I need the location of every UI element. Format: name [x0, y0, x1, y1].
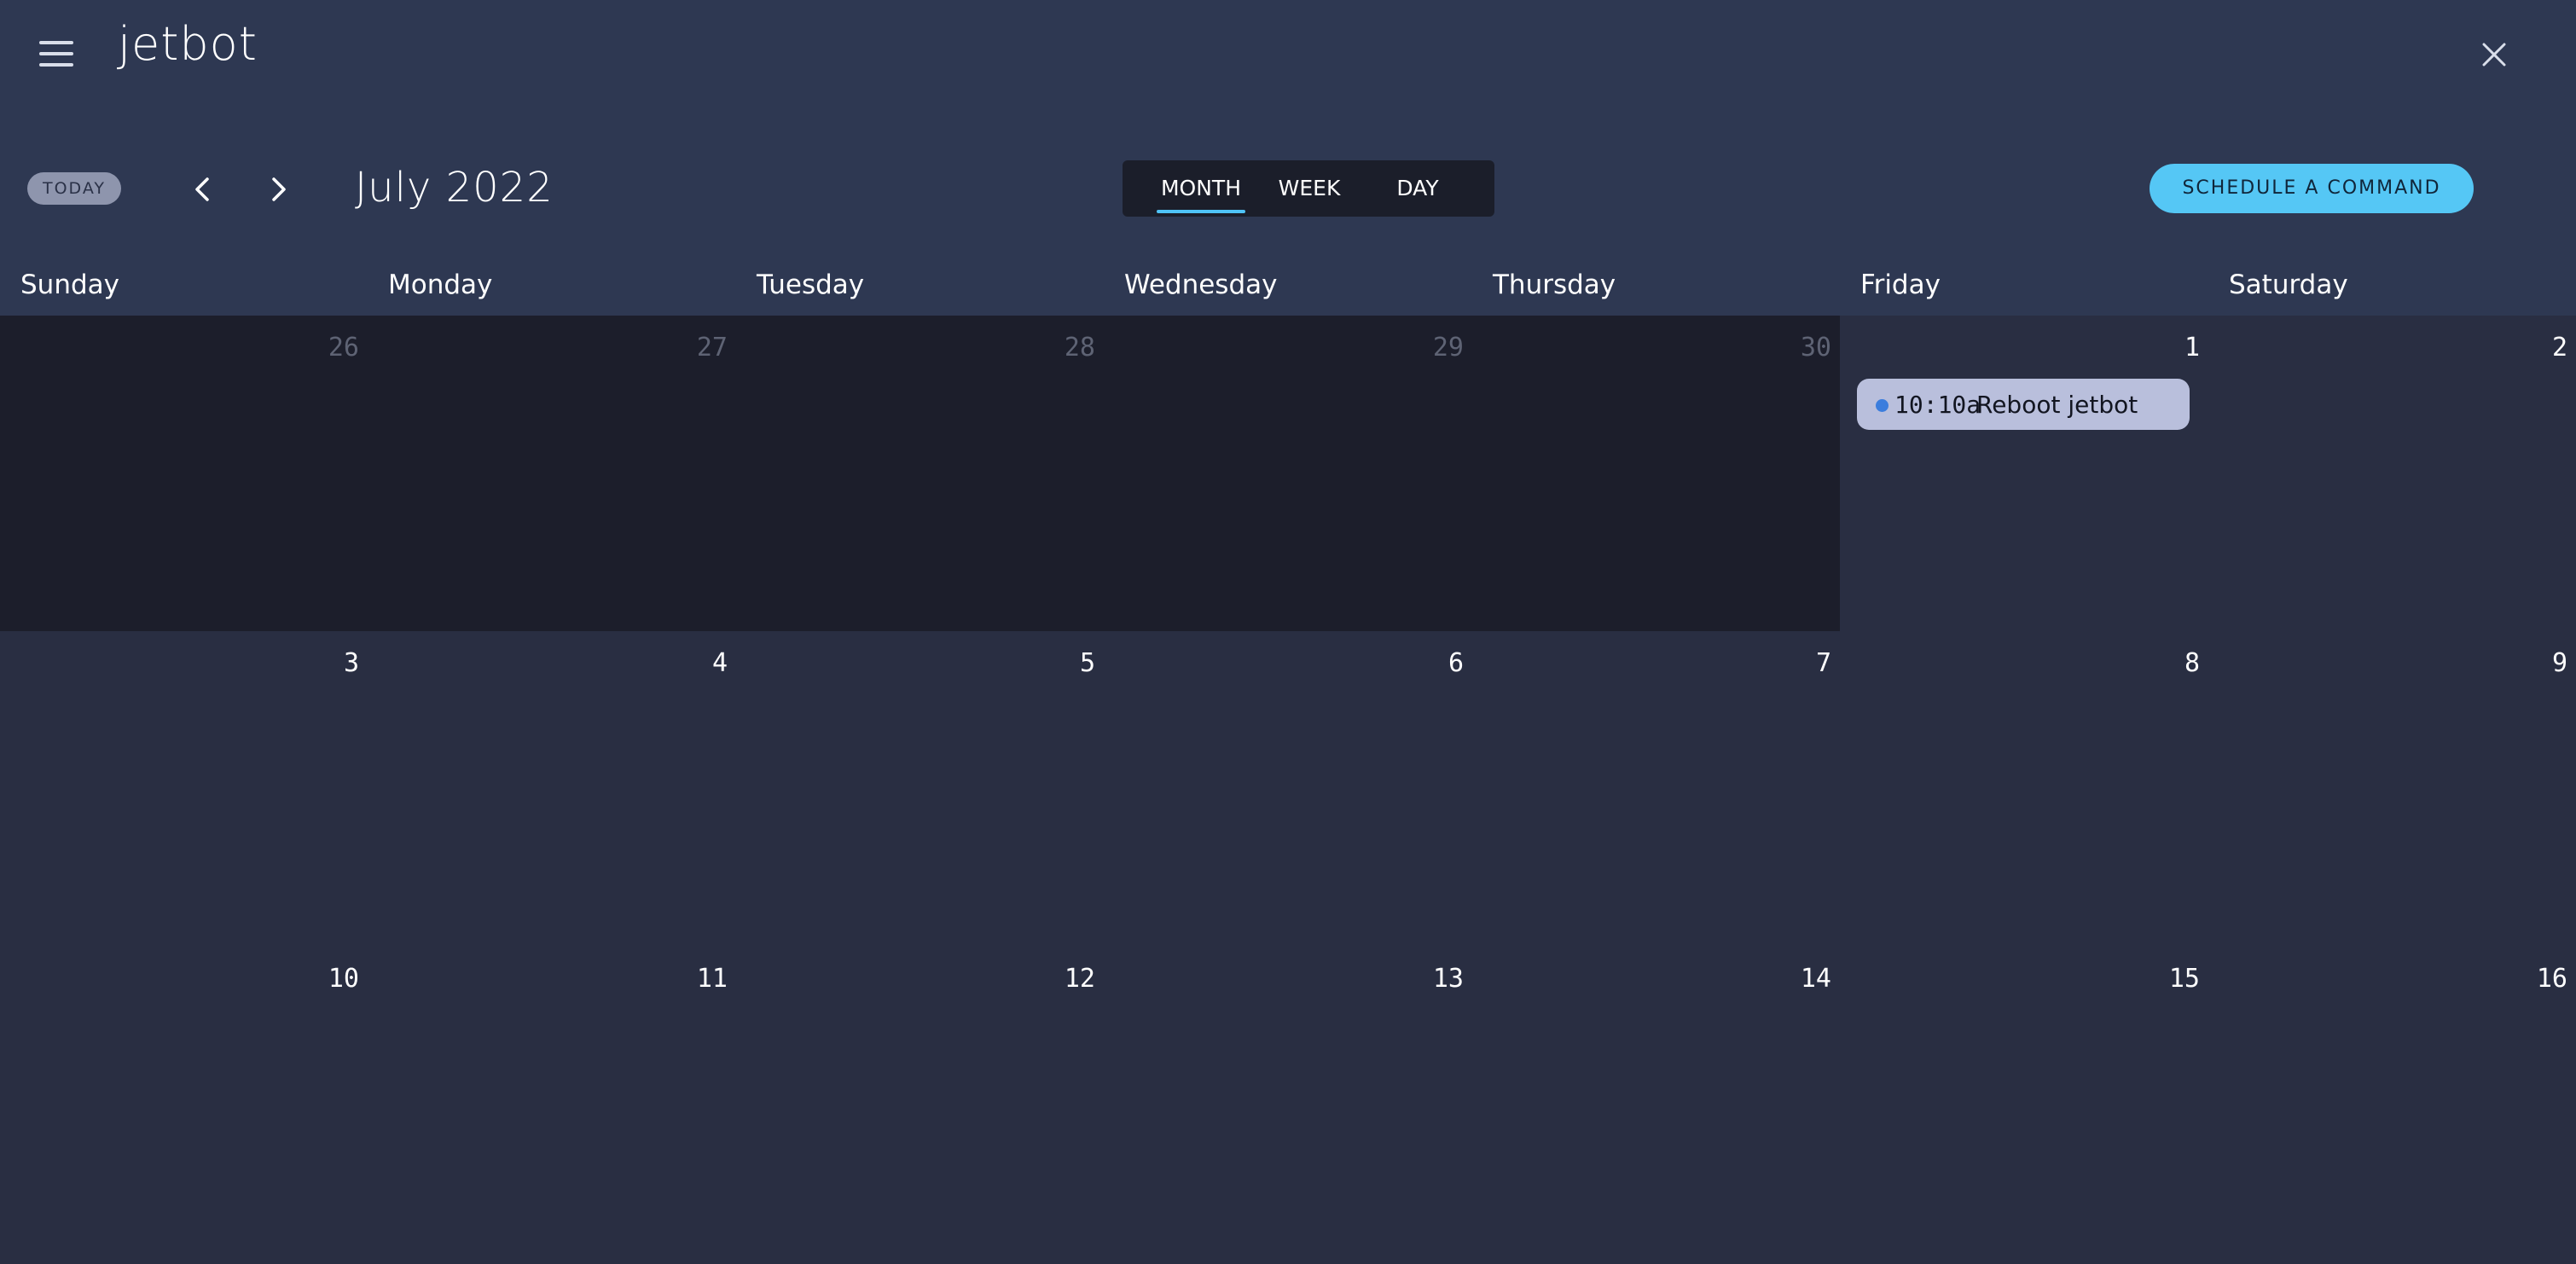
day-cell[interactable]: 5 [736, 631, 1104, 947]
calendar-grid: 26 27 28 29 30 1 10:10a Reboot jetbot 2 3 4 5 6 7 8 9 10… [0, 316, 2576, 1264]
day-number: 11 [696, 964, 728, 994]
day-number: 13 [1432, 964, 1464, 994]
day-number: 2 [2551, 333, 2567, 362]
day-cell[interactable]: 6 [1104, 631, 1472, 947]
day-cell[interactable]: 8 [1840, 631, 2208, 947]
weekday-tuesday: Tuesday [757, 270, 865, 300]
today-button[interactable]: TODAY [27, 172, 121, 205]
weekday-header: Sunday Monday Tuesday Wednesday Thursday… [0, 270, 2576, 316]
day-number: 28 [1064, 333, 1095, 362]
chevron-right-svg [272, 177, 286, 201]
close-icon[interactable] [2477, 38, 2511, 72]
day-cell[interactable]: 12 [736, 947, 1104, 1264]
day-cell[interactable]: 11 [368, 947, 736, 1264]
menu-icon-bar [39, 41, 73, 44]
day-number: 4 [711, 648, 728, 678]
day-number: 16 [2536, 964, 2567, 994]
day-cell[interactable]: 13 [1104, 947, 1472, 1264]
menu-icon-bar [39, 63, 73, 67]
day-cell[interactable]: 14 [1472, 947, 1840, 1264]
day-number: 10 [328, 964, 359, 994]
app-title: jetbot [118, 17, 258, 71]
event-chip[interactable]: 10:10a Reboot jetbot [1857, 379, 2190, 430]
day-cell[interactable]: 26 [0, 316, 368, 631]
day-cell[interactable]: 3 [0, 631, 368, 947]
day-number: 8 [2184, 648, 2200, 678]
day-number: 12 [1064, 964, 1095, 994]
day-cell[interactable]: 29 [1104, 316, 1472, 631]
current-month-label: July 2022 [355, 164, 554, 212]
menu-icon-bar [39, 52, 73, 55]
tab-week[interactable]: WEEK [1268, 160, 1351, 217]
event-time: 10:10a [1894, 391, 1981, 419]
chevron-left-svg [195, 177, 209, 201]
weekday-wednesday: Wednesday [1124, 270, 1278, 300]
day-number: 3 [343, 648, 359, 678]
schedule-command-button[interactable]: SCHEDULE A COMMAND [2150, 164, 2474, 213]
day-number: 7 [1815, 648, 1831, 678]
weekday-saturday: Saturday [2229, 270, 2348, 300]
event-title: Reboot jetbot [1976, 391, 2138, 419]
day-cell[interactable]: 30 [1472, 316, 1840, 631]
day-number: 15 [2168, 964, 2200, 994]
day-number: 6 [1448, 648, 1464, 678]
chevron-left-icon[interactable] [184, 171, 222, 208]
tab-month[interactable]: MONTH [1157, 160, 1245, 217]
weekday-thursday: Thursday [1493, 270, 1616, 300]
tab-day[interactable]: DAY [1375, 160, 1460, 217]
day-cell[interactable]: 9 [2208, 631, 2576, 947]
day-cell[interactable]: 16 [2208, 947, 2576, 1264]
day-number: 26 [328, 333, 359, 362]
day-cell[interactable]: 7 [1472, 631, 1840, 947]
day-cell[interactable]: 27 [368, 316, 736, 631]
header: jetbot [0, 0, 2576, 111]
weekday-sunday: Sunday [20, 270, 119, 300]
day-number: 14 [1800, 964, 1831, 994]
weekday-monday: Monday [388, 270, 493, 300]
day-number: 30 [1800, 333, 1831, 362]
close-icon-svg [2482, 43, 2506, 67]
day-cell[interactable]: 1 10:10a Reboot jetbot [1840, 316, 2208, 631]
day-number: 1 [2184, 333, 2200, 362]
day-cell[interactable]: 2 [2208, 316, 2576, 631]
menu-icon[interactable] [39, 39, 73, 68]
day-number: 29 [1432, 333, 1464, 362]
chevron-right-icon[interactable] [259, 171, 297, 208]
event-dot-icon [1876, 399, 1888, 412]
day-cell[interactable]: 15 [1840, 947, 2208, 1264]
day-cell[interactable]: 28 [736, 316, 1104, 631]
day-number: 27 [696, 333, 728, 362]
day-cell[interactable]: 10 [0, 947, 368, 1264]
view-switcher: MONTH WEEK DAY [1123, 160, 1494, 217]
weekday-friday: Friday [1860, 270, 1941, 300]
calendar-app: jetbot TODAY July 2022 MONTH WEEK DAY SC… [0, 0, 2576, 1264]
day-cell[interactable]: 4 [368, 631, 736, 947]
day-number: 9 [2551, 648, 2567, 678]
day-number: 5 [1079, 648, 1095, 678]
